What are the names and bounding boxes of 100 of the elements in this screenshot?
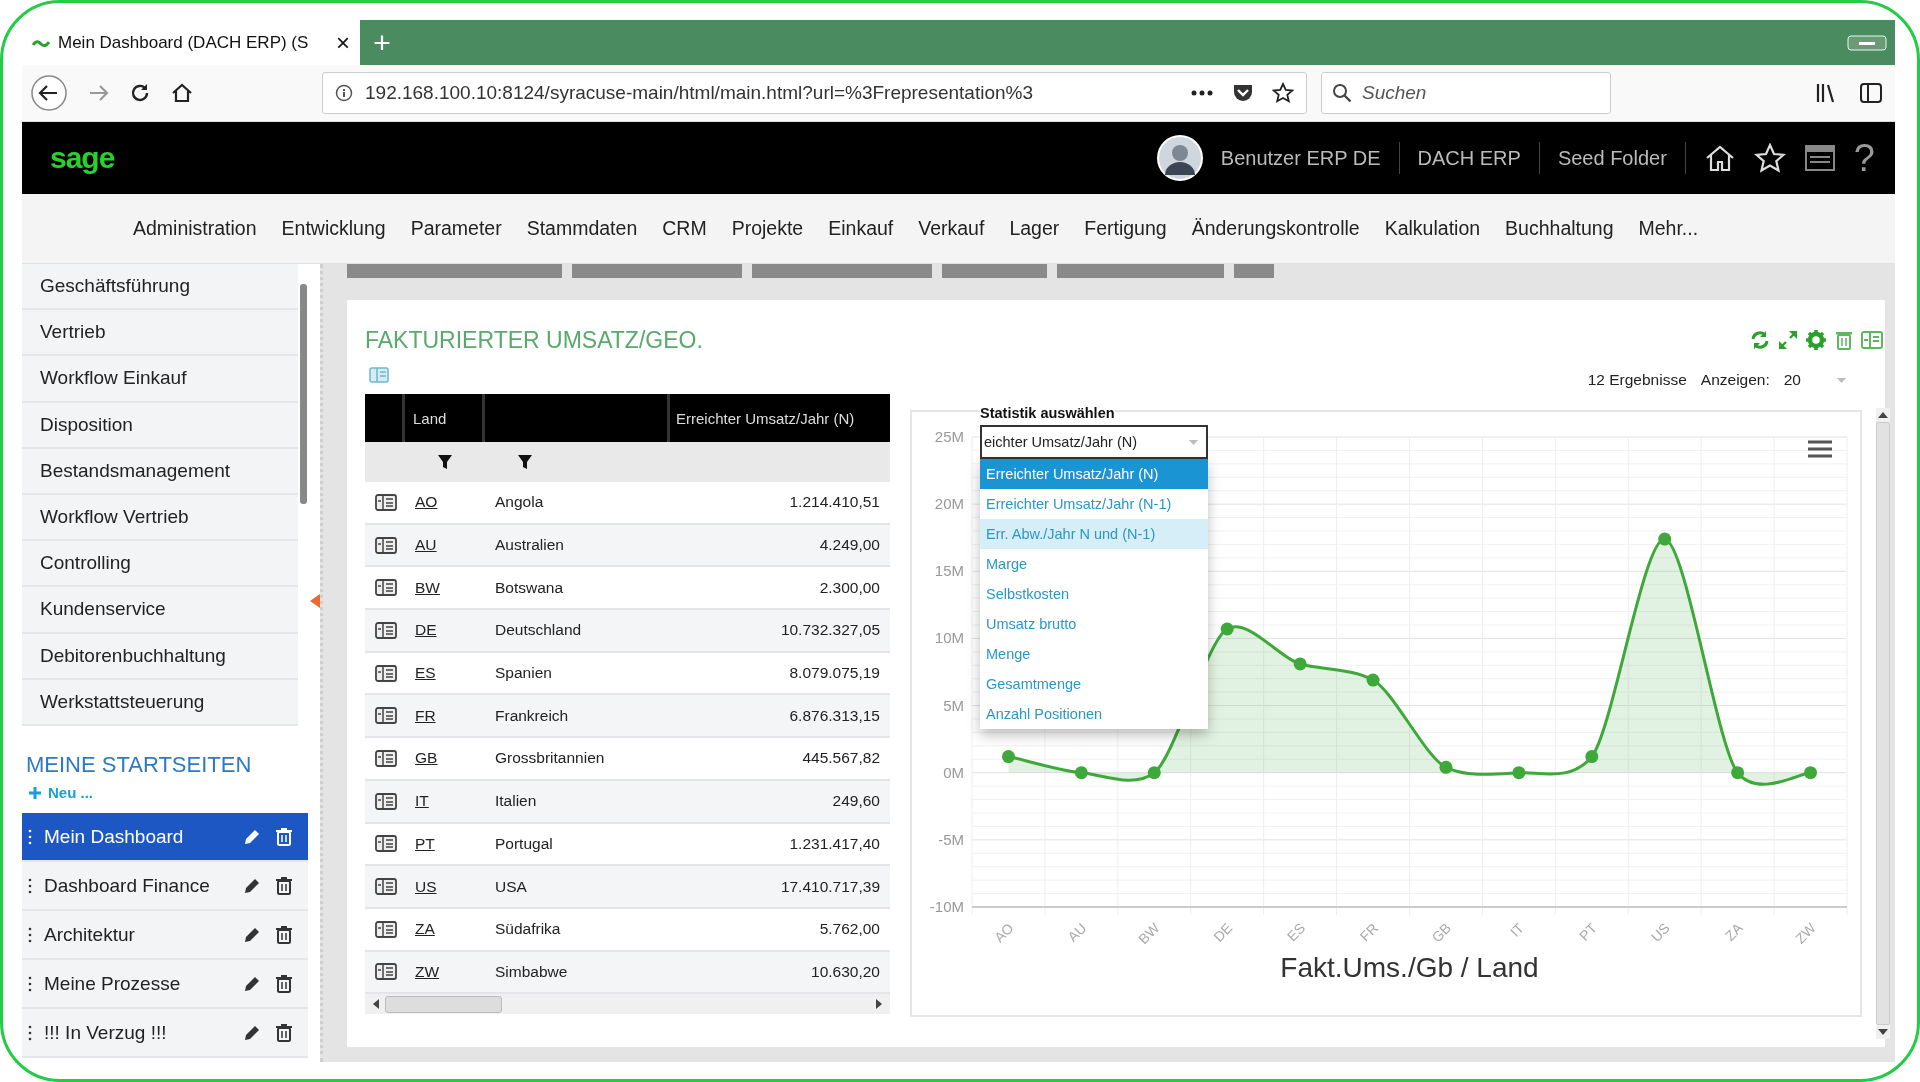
record-icon[interactable] <box>375 664 397 682</box>
library-icon[interactable] <box>1815 81 1837 105</box>
pocket-icon[interactable] <box>1232 82 1254 104</box>
menu-item[interactable]: Fertigung <box>1084 217 1167 240</box>
startpage-item[interactable]: Architektur <box>22 911 308 960</box>
menu-item[interactable]: Änderungskontrolle <box>1191 217 1360 240</box>
scrollbar[interactable] <box>300 284 307 504</box>
help-button[interactable]: ? <box>1853 136 1875 180</box>
close-button[interactable]: × <box>336 28 350 57</box>
window-icon[interactable] <box>1803 143 1836 173</box>
data-point[interactable] <box>1512 766 1526 780</box>
data-point[interactable] <box>1366 673 1380 687</box>
menu-item[interactable]: Projekte <box>731 217 804 240</box>
code-link[interactable]: ZA <box>415 920 435 939</box>
data-point[interactable] <box>1731 766 1745 780</box>
refresh-icon[interactable] <box>1749 329 1771 351</box>
header-link[interactable]: DACH ERP <box>1417 146 1521 170</box>
code-link[interactable]: FR <box>415 706 436 725</box>
record-icon[interactable] <box>375 920 397 938</box>
code-link[interactable]: US <box>415 877 437 896</box>
record-icon[interactable] <box>375 792 397 810</box>
sidebar-item[interactable]: Kundenservice <box>22 587 298 634</box>
startpage-item[interactable]: Meine Prozesse <box>22 960 308 1009</box>
data-point[interactable] <box>1585 750 1599 764</box>
search-box[interactable]: Suchen <box>1321 72 1611 114</box>
data-point[interactable] <box>1804 766 1818 780</box>
trash-icon[interactable] <box>274 875 294 896</box>
browser-tab[interactable]: Mein Dashboard (DACH ERP) (S × <box>22 20 360 65</box>
menu-icon[interactable] <box>1808 440 1832 458</box>
record-icon[interactable] <box>375 878 397 896</box>
record-icon[interactable] <box>375 621 397 639</box>
record-icon[interactable] <box>375 493 397 511</box>
code-link[interactable]: ES <box>415 664 436 683</box>
header-link[interactable]: Seed Folder <box>1557 146 1667 170</box>
scrollbar[interactable] <box>365 994 890 1015</box>
record-icon[interactable] <box>375 963 397 981</box>
data-point[interactable] <box>1074 766 1088 780</box>
menu-item[interactable]: Kalkulation <box>1384 217 1481 240</box>
trash-icon[interactable] <box>274 924 294 945</box>
data-point[interactable] <box>1658 532 1672 546</box>
page-size-select[interactable]: 20 <box>1783 371 1852 389</box>
data-point[interactable] <box>1147 766 1161 780</box>
trash-icon[interactable] <box>274 1022 294 1043</box>
address-bar[interactable]: 192.168.100.10:8124/syracuse-main/html/main.html?url=%3Frepresentation%3 <box>322 72 1307 114</box>
star-icon[interactable] <box>1272 82 1294 104</box>
sidebar-item[interactable]: Debitorenbuchhaltung <box>22 633 298 680</box>
sidebar-item[interactable]: Workflow Einkauf <box>22 356 298 403</box>
data-point[interactable] <box>1439 760 1453 774</box>
code-link[interactable]: PT <box>415 834 435 853</box>
scroll-thumb[interactable] <box>385 995 502 1013</box>
startpage-item[interactable]: Dashboard Finance <box>22 862 308 911</box>
select-field[interactable]: eichter Umsatz/Jahr (N) <box>980 425 1208 459</box>
menu-item[interactable]: Parameter <box>410 217 502 240</box>
code-link[interactable]: DE <box>415 621 437 640</box>
filter-icon[interactable] <box>517 454 533 470</box>
trash-icon[interactable] <box>274 826 294 847</box>
data-point[interactable] <box>1220 622 1234 636</box>
column-header[interactable]: Erreichter Umsatz/Jahr (N) <box>670 394 890 442</box>
menu-item[interactable]: Administration <box>133 217 257 240</box>
startpage-item[interactable]: !!! In Verzug !!! <box>22 1009 308 1058</box>
more-icon[interactable] <box>1190 89 1214 97</box>
startpage-item[interactable]: Mein Dashboard <box>22 813 308 862</box>
menu-item[interactable]: Buchhaltung <box>1505 217 1614 240</box>
expand-icon[interactable] <box>1777 329 1799 351</box>
data-point[interactable] <box>1001 750 1015 764</box>
sage-logo[interactable]: sage <box>50 141 115 175</box>
sidebar-item[interactable]: Geschäftsführung <box>22 264 298 311</box>
home-icon[interactable] <box>170 81 194 105</box>
new-tab-button[interactable]: + <box>360 20 404 65</box>
user-name[interactable]: Benutzer ERP DE <box>1220 146 1381 170</box>
record-icon[interactable] <box>375 749 397 767</box>
menu-item[interactable]: Mehr... <box>1638 217 1699 240</box>
record-icon[interactable] <box>375 579 397 597</box>
code-link[interactable]: GB <box>415 749 438 768</box>
menu-item[interactable]: Einkauf <box>828 217 894 240</box>
record-icon[interactable] <box>375 835 397 853</box>
record-icon[interactable] <box>375 707 397 725</box>
sidebar-item[interactable]: Vertrieb <box>22 310 298 357</box>
back-icon[interactable] <box>30 74 68 112</box>
sidebar-icon[interactable] <box>1859 81 1883 105</box>
sidebar-item[interactable]: Disposition <box>22 402 298 449</box>
sidebar-item[interactable]: Workflow Vertrieb <box>22 494 298 542</box>
filter-icon[interactable] <box>437 454 453 470</box>
code-link[interactable]: BW <box>415 578 440 597</box>
menu-item[interactable]: Lager <box>1009 217 1060 240</box>
gear-icon[interactable] <box>1805 329 1827 351</box>
record-icon[interactable] <box>375 536 397 554</box>
menu-item[interactable]: Verkauf <box>918 217 985 240</box>
data-point[interactable] <box>1293 657 1307 671</box>
code-link[interactable]: ZW <box>415 962 440 981</box>
code-link[interactable]: AU <box>415 536 437 555</box>
trash-icon[interactable] <box>274 973 294 994</box>
menu-item[interactable]: Entwicklung <box>281 217 386 240</box>
search-field[interactable]: Suchen <box>1362 75 1600 111</box>
code-link[interactable]: IT <box>415 792 429 811</box>
sidebar-item[interactable]: Controlling <box>22 541 298 588</box>
code-link[interactable]: AO <box>415 493 438 512</box>
menu-item[interactable]: CRM <box>662 217 707 240</box>
menu-item[interactable]: Stammdaten <box>526 217 638 240</box>
sidebar-item[interactable]: Bestandsmanagement <box>22 448 298 495</box>
